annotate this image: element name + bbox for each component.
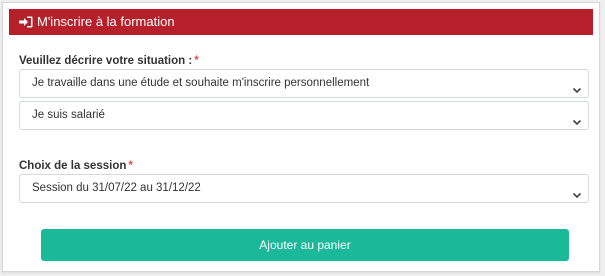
- situation-label: Veuillez décrire votre situation : *: [19, 55, 199, 67]
- panel-title: M'inscrire à la formation: [37, 14, 175, 29]
- chevron-down-icon: [572, 79, 582, 94]
- employment-status-value: Je suis salarié: [32, 109, 105, 121]
- employment-status-select[interactable]: Je suis salarié: [19, 101, 589, 130]
- session-select[interactable]: Session du 31/07/22 au 31/12/22: [19, 174, 589, 203]
- situation-select[interactable]: Je travaille dans une étude et souhaite …: [19, 69, 589, 98]
- session-select-value: Session du 31/07/22 au 31/12/22: [32, 182, 201, 194]
- panel-header: M'inscrire à la formation: [9, 9, 593, 35]
- registration-panel: M'inscrire à la formation Veuillez décri…: [2, 2, 600, 272]
- required-mark: *: [128, 160, 133, 172]
- add-to-cart-button[interactable]: Ajouter au panier: [41, 229, 569, 261]
- chevron-down-icon: [572, 184, 582, 199]
- situation-select-value: Je travaille dans une étude et souhaite …: [32, 77, 370, 89]
- required-mark: *: [194, 55, 199, 67]
- sign-in-icon: [19, 16, 33, 28]
- chevron-down-icon: [572, 111, 582, 126]
- session-label: Choix de la session *: [19, 160, 133, 172]
